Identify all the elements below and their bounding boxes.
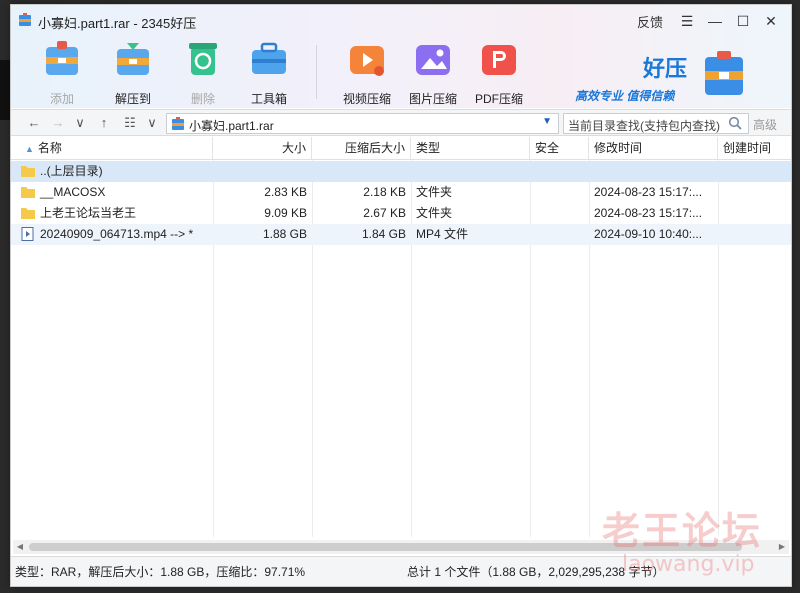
add-button[interactable]: 添加 bbox=[32, 39, 92, 107]
scroll-right-icon[interactable]: ▶ bbox=[775, 540, 789, 554]
path-field[interactable]: 小寡妇.part1.rar ▼ bbox=[166, 113, 559, 134]
folder-icon bbox=[21, 166, 35, 177]
window-title: 小寡妇.part1.rar - 2345好压 bbox=[38, 16, 197, 31]
list-header: ▲ 名称 大小 压缩后大小 类型 安全 修改时间 创建时间 bbox=[11, 137, 791, 160]
file-packed-size: 2.18 KB bbox=[363, 185, 406, 199]
extract-label: 解压到 bbox=[114, 92, 151, 106]
up-arrow-icon[interactable]: ↑ bbox=[95, 114, 113, 132]
column-header-name[interactable]: ▲ 名称 bbox=[11, 137, 213, 159]
path-dropdown-icon[interactable]: ▼ bbox=[542, 116, 552, 127]
header: 小寡妇.part1.rar - 2345好压 反馈 ☰ — ☐ ✕ 添加 解压到… bbox=[11, 5, 791, 108]
folder-icon bbox=[21, 187, 35, 198]
add-label: 添加 bbox=[49, 92, 74, 106]
file-list: ▲ 名称 大小 压缩后大小 类型 安全 修改时间 创建时间 ..(上层目录) __… bbox=[11, 137, 791, 545]
column-header-modified[interactable]: 修改时间 bbox=[589, 137, 718, 159]
title-bar: 小寡妇.part1.rar - 2345好压 反馈 ☰ — ☐ ✕ bbox=[11, 5, 791, 35]
brand-name: 好压 bbox=[643, 57, 688, 82]
table-row[interactable]: 20240909_064713.mp4 --> * 1.88 GB 1.84 G… bbox=[11, 224, 791, 245]
file-type: 文件夹 bbox=[416, 206, 453, 220]
file-modified: 2024-09-10 10:40:... bbox=[594, 227, 703, 241]
view-mode-icon[interactable]: ☷ bbox=[121, 114, 139, 132]
file-name: __MACOSX bbox=[40, 185, 106, 199]
file-packed-size: 2.67 KB bbox=[363, 206, 406, 220]
image-compress-button[interactable]: 图片压缩 bbox=[403, 39, 463, 107]
table-row[interactable]: __MACOSX 2.83 KB 2.18 KB 文件夹 2024-08-23 … bbox=[11, 182, 791, 203]
video-compress-button[interactable]: 视频压缩 bbox=[337, 39, 397, 107]
view-dropdown-icon[interactable]: ∨ bbox=[143, 114, 161, 132]
image-compress-label: 图片压缩 bbox=[408, 92, 457, 106]
status-bar: 类型：RAR，解压后大小：1.88 GB，压缩比：97.71% 总计 1 个文件… bbox=[11, 556, 791, 586]
column-header-created[interactable]: 创建时间 bbox=[718, 137, 791, 159]
file-name: 上老王论坛当老王 bbox=[40, 206, 137, 220]
history-dropdown-icon[interactable]: ∨ bbox=[71, 114, 89, 132]
toolbox-button[interactable]: 工具箱 bbox=[239, 39, 299, 107]
video-compress-label: 视频压缩 bbox=[342, 92, 391, 106]
column-header-packed[interactable]: 压缩后大小 bbox=[312, 137, 411, 159]
archive-info: 类型：RAR，解压后大小：1.88 GB，压缩比：97.71% bbox=[15, 565, 306, 579]
horizontal-scrollbar[interactable]: ◀ ▶ bbox=[13, 540, 789, 554]
brand-area: 好压 高效专业 值得信赖 bbox=[575, 43, 755, 103]
file-packed-size: 1.84 GB bbox=[361, 227, 406, 241]
extract-icon bbox=[117, 43, 149, 75]
back-arrow-icon[interactable]: ← bbox=[25, 114, 43, 132]
window-controls: 反馈 ☰ — ☐ ✕ bbox=[637, 11, 785, 31]
close-button[interactable]: ✕ bbox=[757, 11, 785, 31]
video-icon bbox=[350, 46, 384, 76]
toolbox-icon bbox=[252, 42, 286, 74]
file-name: ..(上层目录) bbox=[40, 164, 103, 178]
toolbar-divider bbox=[316, 45, 317, 99]
advanced-search-link[interactable]: 高级 bbox=[753, 116, 777, 133]
file-modified: 2024-08-23 15:17:... bbox=[594, 206, 703, 220]
recycle-icon bbox=[189, 43, 217, 75]
column-header-type[interactable]: 类型 bbox=[411, 137, 530, 159]
forward-arrow-icon[interactable]: → bbox=[49, 114, 67, 132]
column-header-size[interactable]: 大小 bbox=[213, 137, 312, 159]
search-input[interactable]: 当前目录查找(支持包内查找) bbox=[563, 113, 749, 134]
column-header-security[interactable]: 安全 bbox=[530, 137, 589, 159]
file-total: 总计 1 个文件（1.88 GB，2,029,295,238 字节） bbox=[407, 565, 665, 579]
table-row[interactable]: ..(上层目录) bbox=[11, 161, 791, 182]
file-size: 2.83 KB bbox=[264, 185, 307, 199]
file-type: 文件夹 bbox=[416, 185, 453, 199]
maximize-button[interactable]: ☐ bbox=[729, 11, 757, 31]
scroll-left-icon[interactable]: ◀ bbox=[13, 540, 27, 554]
pdf-compress-label: PDF压缩 bbox=[474, 92, 523, 106]
column-label: 名称 bbox=[37, 141, 62, 155]
brand-slogan: 高效专业 值得信赖 bbox=[575, 89, 675, 103]
menu-icon[interactable]: ☰ bbox=[673, 11, 701, 31]
feedback-link[interactable]: 反馈 bbox=[637, 12, 663, 31]
sort-arrow-icon: ▲ bbox=[25, 144, 34, 154]
path-text: 小寡妇.part1.rar bbox=[189, 119, 274, 133]
file-size: 1.88 GB bbox=[262, 227, 307, 241]
app-logo-icon bbox=[19, 13, 31, 26]
file-modified: 2024-08-23 15:17:... bbox=[594, 185, 703, 199]
file-size: 9.09 KB bbox=[264, 206, 307, 220]
toolbox-label: 工具箱 bbox=[250, 92, 287, 106]
minimize-button[interactable]: — bbox=[701, 11, 729, 31]
toolbar: 添加 解压到 删除 工具箱 视频压缩 图片压缩 PDF压缩 好压 高效专业 值得… bbox=[11, 37, 791, 107]
table-row[interactable]: 上老王论坛当老王 9.09 KB 2.67 KB 文件夹 2024-08-23 … bbox=[11, 203, 791, 224]
image-icon bbox=[416, 45, 450, 75]
folder-icon bbox=[21, 208, 35, 219]
extract-button[interactable]: 解压到 bbox=[103, 39, 163, 107]
pdf-compress-button[interactable]: PDF压缩 bbox=[469, 39, 529, 107]
search-icon[interactable] bbox=[728, 116, 742, 130]
brand-archive-icon bbox=[705, 51, 743, 95]
file-name: 20240909_064713.mp4 --> * bbox=[40, 227, 194, 241]
file-type: MP4 文件 bbox=[416, 227, 469, 241]
rar-file-icon bbox=[172, 117, 184, 130]
app-window: 小寡妇.part1.rar - 2345好压 反馈 ☰ — ☐ ✕ 添加 解压到… bbox=[10, 4, 792, 587]
address-bar: ← → ∨ ↑ ☷ ∨ 小寡妇.part1.rar ▼ 当前目录查找(支持包内查… bbox=[11, 109, 791, 136]
add-archive-icon bbox=[46, 41, 78, 75]
delete-label: 删除 bbox=[190, 92, 215, 106]
pdf-icon bbox=[482, 45, 516, 75]
scrollbar-thumb[interactable] bbox=[29, 543, 742, 551]
background-window-edge bbox=[0, 60, 10, 120]
video-file-icon bbox=[21, 227, 34, 241]
delete-button[interactable]: 删除 bbox=[173, 39, 233, 107]
